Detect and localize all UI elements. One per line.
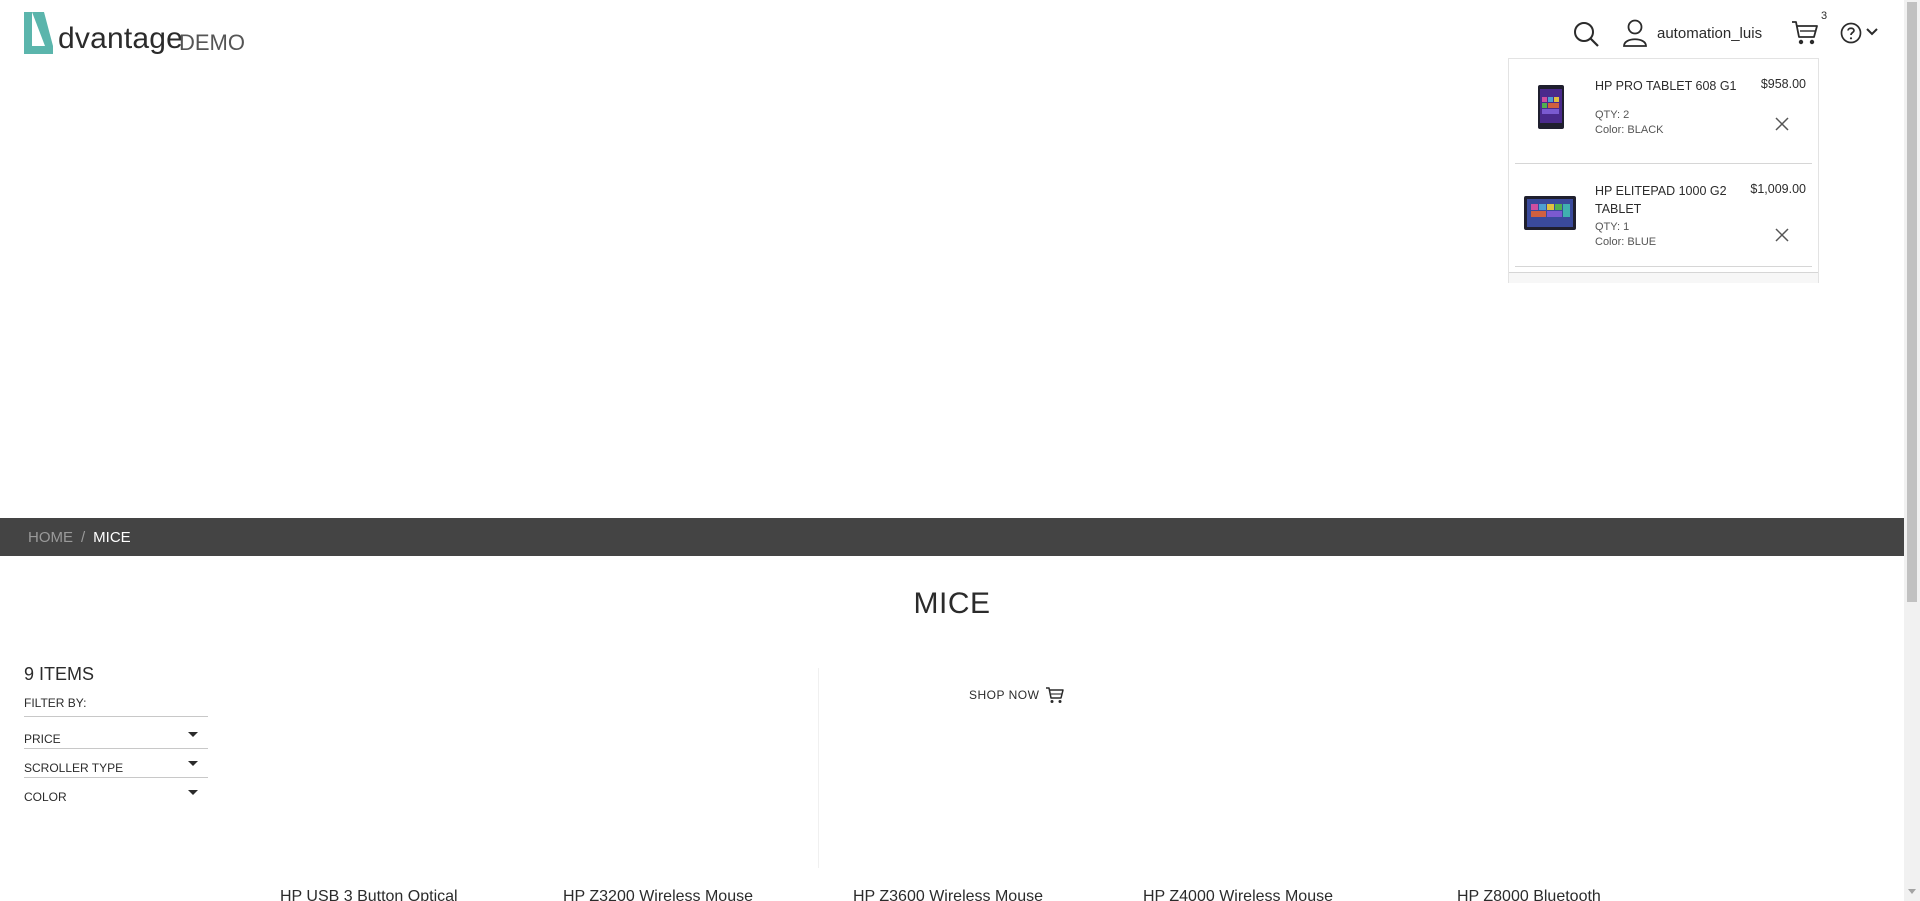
close-icon[interactable]: [1774, 227, 1790, 243]
logo-text: dvantage: [58, 22, 184, 55]
user-name: automation_luis: [1657, 24, 1763, 42]
search-icon[interactable]: [1572, 20, 1600, 48]
logo-demo-text: DEMO: [179, 30, 245, 55]
cart-item-color: Color: BLUE: [1595, 236, 1657, 248]
cart-popover: HP PRO TABLET 608 G1 $958.00 QTY: 2 Colo…: [1508, 58, 1819, 283]
cart-item-name: HP ELITEPAD 1000 G2 TABLET: [1595, 184, 1727, 216]
filter-label: COLOR: [24, 790, 67, 804]
cart-icon[interactable]: [1791, 20, 1819, 46]
caret-down-icon: [188, 732, 198, 737]
filter-by-label: FILTER BY:: [24, 696, 208, 717]
cart-item[interactable]: HP ELITEPAD 1000 G2 TABLET $1,009.00 QTY…: [1515, 164, 1812, 267]
cart-icon: [1046, 687, 1065, 703]
cart-item-price: $958.00: [1760, 77, 1806, 91]
user-icon: [1623, 19, 1647, 47]
breadcrumb-home-link[interactable]: HOME: [28, 529, 73, 546]
caret-down-icon: [188, 790, 198, 795]
filter-price[interactable]: PRICE: [24, 720, 208, 749]
cart-count-badge: 3: [1821, 10, 1828, 22]
breadcrumb-separator: /: [81, 528, 86, 546]
product-name-link[interactable]: HP USB 3 Button Optical: [280, 888, 458, 901]
items-count: 9 ITEMS: [24, 664, 95, 684]
page-title: MICE: [913, 587, 991, 620]
help-icon[interactable]: [1840, 22, 1862, 44]
cart-item-price: $1,009.00: [1750, 182, 1806, 196]
close-icon[interactable]: [1774, 116, 1790, 132]
product-thumbnail-tablet: [1538, 85, 1564, 129]
cart-item-qty: QTY: 1: [1595, 221, 1630, 233]
product-name-link[interactable]: HP Z3200 Wireless Mouse: [563, 888, 753, 901]
scrollbar-thumb[interactable]: [1907, 2, 1917, 602]
cart-item-color: Color: BLACK: [1595, 124, 1664, 136]
user-menu[interactable]: automation_luis: [1622, 18, 1762, 48]
cart-item-name: HP PRO TABLET 608 G1: [1595, 79, 1737, 93]
page-scrollbar[interactable]: [1904, 0, 1920, 901]
cart-popover-footer: [1509, 272, 1818, 283]
chevron-down-icon[interactable]: [1865, 27, 1879, 37]
product-thumbnail-tablet: [1524, 196, 1576, 230]
filter-color[interactable]: COLOR: [24, 778, 208, 807]
caret-down-icon: [188, 761, 198, 766]
product-name-link[interactable]: HP Z3600 Wireless Mouse: [853, 888, 1043, 901]
product-name-link[interactable]: HP Z4000 Wireless Mouse: [1143, 888, 1333, 901]
filter-label: PRICE: [24, 732, 61, 746]
cart-item[interactable]: HP PRO TABLET 608 G1 $958.00 QTY: 2 Colo…: [1515, 59, 1812, 164]
breadcrumb-current: MICE: [93, 528, 131, 546]
shop-now-label: SHOP NOW: [969, 688, 1040, 702]
filter-label: SCROLLER TYPE: [24, 761, 124, 775]
logo-mark-icon: [24, 12, 53, 54]
breadcrumb: HOME / MICE: [0, 518, 1904, 556]
filter-scroller-type[interactable]: SCROLLER TYPE: [24, 749, 208, 778]
shop-now-button[interactable]: SHOP NOW: [969, 686, 1065, 704]
scroll-down-arrow-icon[interactable]: [1908, 889, 1916, 894]
banner-divider: [818, 668, 819, 868]
product-name-link[interactable]: HP Z8000 Bluetooth: [1457, 888, 1601, 901]
cart-item-qty: QTY: 2: [1595, 109, 1630, 121]
